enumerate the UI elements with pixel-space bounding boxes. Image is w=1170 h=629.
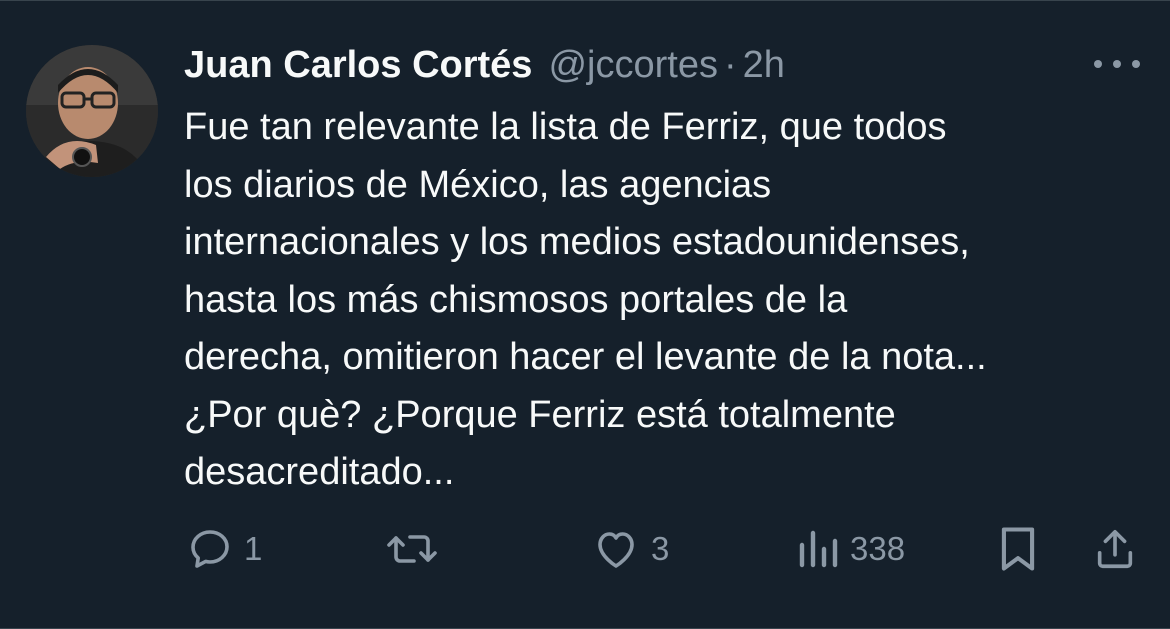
share-button[interactable]	[1092, 521, 1138, 577]
reply-button[interactable]: 1	[186, 521, 262, 577]
retweet-icon	[387, 535, 437, 563]
action-bar: 1 3 338	[0, 521, 1170, 577]
tweet-text-line: los diarios de México, las agencias	[184, 163, 772, 206]
heart-icon	[598, 532, 634, 568]
tweet-text-line: ¿Por què? ¿Porque Ferriz está totalmente	[184, 393, 896, 436]
author-name[interactable]: Juan Carlos Cortés	[184, 44, 532, 87]
reply-count: 1	[244, 530, 263, 567]
tweet-text-line: internacionales y los medios estadounide…	[184, 221, 970, 263]
views-button[interactable]: 338	[796, 521, 905, 577]
tweet-text: Fue tan relevante la lista de Ferriz, qu…	[184, 99, 1144, 502]
retweet-button[interactable]	[386, 521, 448, 577]
tweet[interactable]: Juan Carlos Cortés @jccortes · 2h Fue ta…	[0, 0, 1170, 629]
avatar-image	[26, 45, 158, 177]
tweet-text-line: derecha, omitieron hacer el levante de l…	[184, 336, 987, 378]
tweet-text-line: desacreditado...	[184, 451, 455, 493]
timestamp[interactable]: 2h	[743, 44, 785, 87]
views-count: 338	[850, 530, 906, 567]
like-count: 3	[651, 530, 670, 567]
share-icon	[1097, 529, 1133, 569]
more-options-icon[interactable]	[1094, 49, 1140, 79]
tweet-header: Juan Carlos Cortés @jccortes · 2h	[184, 39, 1050, 91]
tweet-text-line: hasta los más chismosos portales de la	[184, 278, 848, 321]
reply-icon	[191, 530, 229, 568]
bookmark-button[interactable]	[996, 521, 1040, 577]
views-icon	[799, 530, 838, 568]
like-button[interactable]: 3	[591, 521, 669, 577]
bookmark-icon	[1001, 527, 1035, 571]
separator-dot: ·	[723, 43, 737, 86]
avatar[interactable]	[26, 45, 158, 177]
tweet-text-line: Fue tan relevante la lista de Ferriz, qu…	[184, 106, 947, 148]
author-handle[interactable]: @jccortes	[548, 44, 718, 87]
